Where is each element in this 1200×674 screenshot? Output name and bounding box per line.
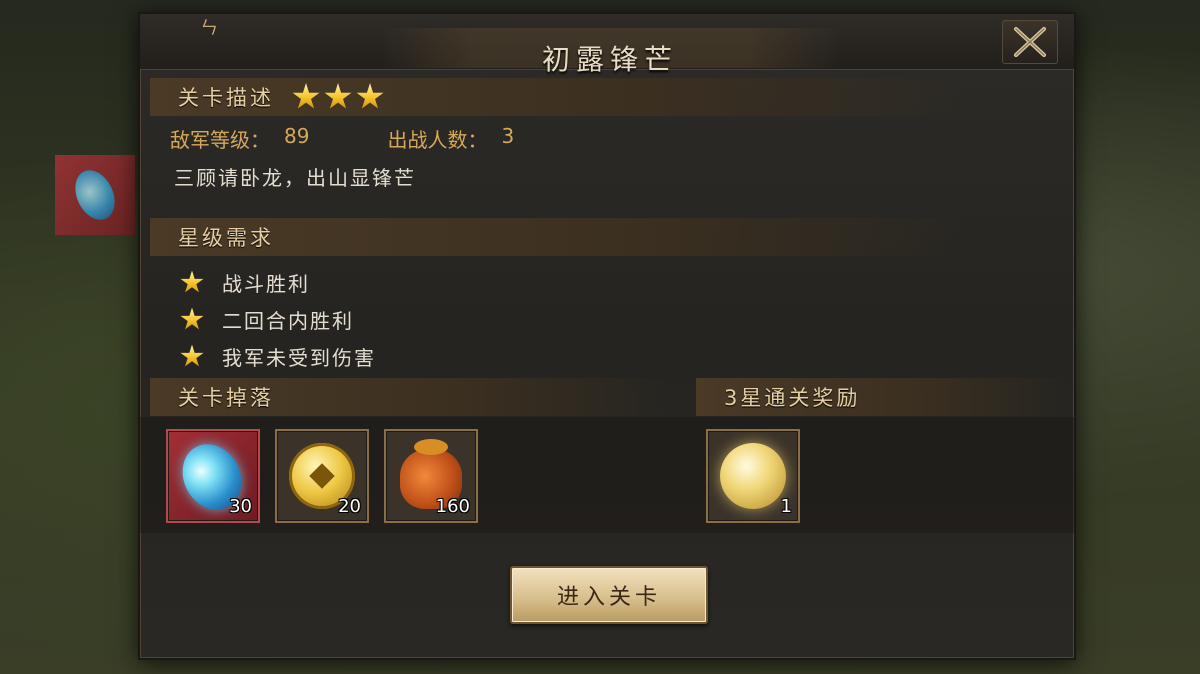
item-count: 160 [435,496,470,517]
star-icon [356,83,384,109]
enter-level-button[interactable]: 进入关卡 [510,566,708,624]
level-stars [292,83,384,111]
star-icon [292,83,320,109]
dialog-title: 初露锋芒 [541,43,678,76]
star-icon [324,83,352,109]
star-req-text: 战斗胜利 [222,272,310,296]
deploy-count-value: 3 [501,124,515,148]
drop-item-slot[interactable]: 30 [166,429,260,523]
reward-label: 3星通关奖励 [724,386,861,410]
star-req-item: 战斗胜利 [180,264,376,301]
reward-header: 3星通关奖励 [696,378,1066,416]
close-icon [1014,27,1046,57]
star-req-text: 我军未受到伤害 [222,346,376,370]
star-req-label: 星级需求 [178,226,274,250]
level-info-row: 敌军等级： 89 出战人数： 3 [170,124,514,153]
level-description: 三顾请卧龙，出山显锋芒 [174,166,416,190]
background-item-tile [55,155,135,235]
drops-label: 关卡掉落 [178,386,274,410]
title-hook-icon: ㄣ [200,18,218,39]
star-icon [180,344,204,367]
drop-item-slot[interactable]: 20 [275,429,369,523]
title-bar: ㄣ 初露锋芒 [140,14,1074,76]
drop-item-slot[interactable]: 160 [384,429,478,523]
level-dialog: ㄣ 初露锋芒 关卡描述 敌军等级： 89 出战人数： 3 三顾请卧龙，出山显锋芒… [138,12,1076,660]
golden-orb-icon [720,443,786,509]
star-req-text: 二回合内胜利 [222,309,354,333]
item-count: 20 [338,496,361,517]
star-req-item: 我军未受到伤害 [180,338,376,375]
enemy-level-value: 89 [284,124,310,148]
deploy-count-label: 出战人数： [387,128,488,152]
level-desc-label: 关卡描述 [178,86,274,110]
star-req-list: 战斗胜利 二回合内胜利 我军未受到伤害 [180,264,376,375]
title-plate: 初露锋芒 [380,28,840,76]
star-icon [180,270,204,293]
star-req-header: 星级需求 [150,218,970,256]
enemy-level-label: 敌军等级： [170,128,270,152]
drops-area: 30 20 160 1 [140,417,1074,533]
item-count: 30 [229,496,252,517]
item-count: 1 [780,496,792,517]
star-req-item: 二回合内胜利 [180,301,376,338]
star-icon [180,307,204,330]
close-button[interactable] [1002,20,1058,64]
drops-header: 关卡掉落 [150,378,670,416]
level-desc-header: 关卡描述 [150,78,970,116]
enter-level-label: 进入关卡 [556,585,661,610]
reward-item-slot[interactable]: 1 [706,429,800,523]
